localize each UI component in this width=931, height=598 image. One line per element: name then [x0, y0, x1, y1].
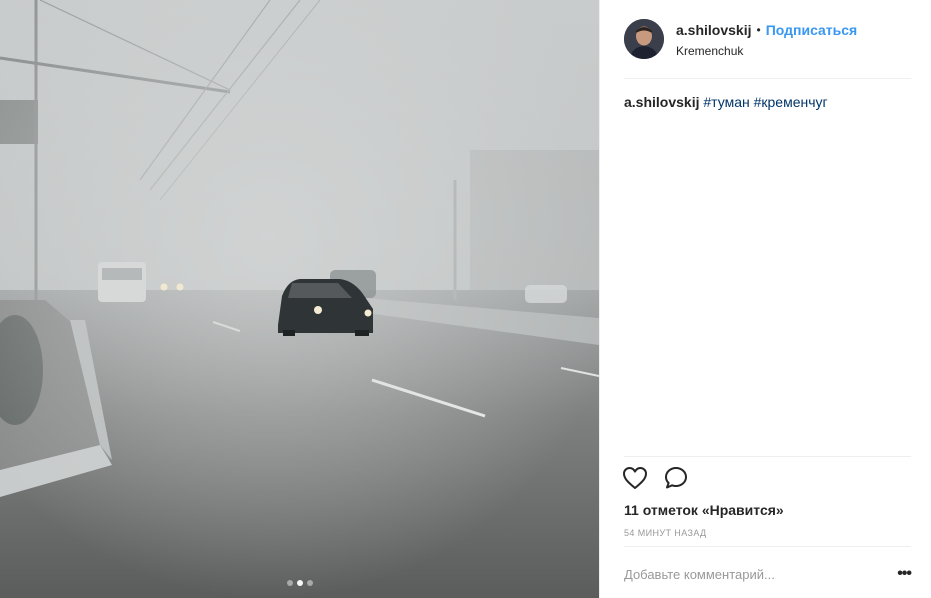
follow-button[interactable]: Подписаться: [766, 22, 858, 38]
comment-input[interactable]: [624, 566, 864, 582]
speech-bubble-icon: [665, 467, 687, 489]
like-button[interactable]: [622, 466, 648, 490]
comment-button[interactable]: [664, 466, 688, 490]
avatar-photo: [624, 19, 664, 59]
hashtag-link[interactable]: #туман: [703, 94, 749, 110]
carousel-indicator: [0, 580, 599, 586]
action-bar: [622, 466, 688, 490]
hashtag-link[interactable]: #кременчуг: [754, 94, 828, 110]
post-details-panel: a.shilovskij • Подписаться Kremenchuk a.…: [599, 0, 931, 598]
comment-box: •••: [624, 560, 912, 588]
carousel-dot: [306, 580, 313, 586]
separator-dot: •: [756, 22, 761, 37]
post-timestamp[interactable]: 54 МИНУТ НАЗАД: [624, 528, 707, 538]
post-header: a.shilovskij • Подписаться Kremenchuk: [624, 17, 911, 61]
location-link[interactable]: Kremenchuk: [676, 44, 857, 58]
likes-count[interactable]: 11 отметок «Нравится»: [624, 502, 784, 518]
carousel-dot: [286, 580, 293, 586]
author-line: a.shilovskij • Подписаться: [676, 21, 857, 39]
comment-divider: [624, 546, 911, 547]
header-divider: [624, 78, 911, 79]
avatar[interactable]: [624, 19, 664, 59]
post-photo[interactable]: [0, 0, 599, 598]
author-info: a.shilovskij • Подписаться Kremenchuk: [676, 21, 857, 58]
post-caption: a.shilovskij #туман #кременчуг: [624, 93, 911, 111]
carousel-dot-active: [296, 580, 303, 586]
heart-outline-icon: [623, 467, 647, 489]
instagram-post: a.shilovskij • Подписаться Kremenchuk a.…: [0, 0, 931, 598]
author-username[interactable]: a.shilovskij: [676, 22, 751, 38]
more-options-icon[interactable]: •••: [897, 565, 912, 583]
actions-divider: [624, 456, 911, 457]
caption-username[interactable]: a.shilovskij: [624, 94, 699, 110]
foggy-road-image: [0, 0, 599, 598]
